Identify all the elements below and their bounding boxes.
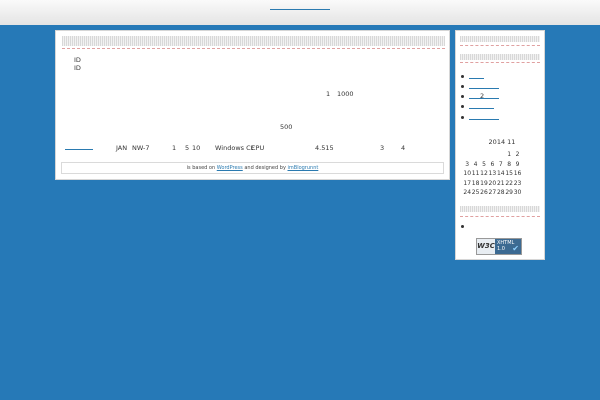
calendar-day: 6	[490, 160, 495, 168]
calendar-day: 3	[465, 160, 470, 168]
calendar-day: 21	[496, 179, 505, 187]
sidebar-widget-title-bar-2	[460, 54, 540, 60]
calendar-day: 1	[507, 151, 512, 159]
calendar-day: 25	[471, 189, 480, 197]
footer-text-mid: and designed by	[244, 165, 286, 171]
post-id-label-2: ID	[74, 64, 81, 72]
calendar-day: 30	[513, 189, 522, 197]
sidebar-divider-2	[460, 62, 540, 63]
info-nw7: NW-7	[132, 144, 150, 152]
calendar-day: 15	[505, 170, 513, 178]
calendar-week-row: 10 11 12 13 14 15 16	[463, 169, 522, 179]
calendar-day	[480, 150, 488, 160]
calendar-day: 29	[505, 189, 513, 197]
sidebar-link-2[interactable]	[469, 88, 499, 89]
list-bullet-2	[461, 85, 464, 88]
sidebar-link-5[interactable]	[469, 119, 499, 120]
calendar-week-row: 12	[463, 150, 522, 160]
sidebar-widget-title-bar-3	[460, 206, 540, 212]
calendar-day: 14	[496, 170, 505, 178]
footer-text-before: is based on	[186, 165, 216, 171]
calendar-day: 5	[482, 160, 486, 168]
info-cpu: CPU	[251, 144, 265, 152]
designer-link[interactable]: imBlogrunnt	[288, 165, 319, 171]
post-title-bar	[62, 36, 445, 46]
list-bullet-4	[461, 105, 464, 108]
info-num-1: 1	[172, 144, 177, 152]
blog-title-link[interactable]	[270, 9, 330, 10]
w3c-logo: W3C	[477, 239, 495, 254]
info-jan: JAN	[116, 144, 128, 152]
calendar-day: 26	[480, 189, 488, 197]
check-icon: ✔	[512, 244, 519, 253]
xhtml-label: XHTML 1.0 ✔	[495, 239, 521, 254]
calendar-day: 18	[471, 179, 480, 187]
calendar-day: 9	[515, 160, 520, 168]
site-footer: is based on WordPress and designed by im…	[61, 162, 444, 174]
calendar-day: 7	[498, 160, 503, 168]
calendar-day: 19	[480, 179, 488, 187]
list-bullet-3	[461, 95, 464, 98]
sidebar-divider-3	[460, 216, 540, 217]
calendar-day: 20	[488, 179, 497, 187]
w3c-xhtml-badge[interactable]: W3C XHTML 1.0 ✔	[476, 238, 522, 255]
list-bullet-1	[461, 75, 464, 78]
calendar-day: 23	[513, 179, 522, 187]
post-title-divider	[62, 48, 445, 49]
list-bullet-6	[461, 225, 464, 228]
calendar-day	[497, 150, 505, 160]
calendar-day	[488, 150, 496, 160]
sidebar-link-1[interactable]	[469, 78, 484, 79]
calendar-day: 8	[507, 160, 512, 168]
sidebar-widget-title-bar-1	[460, 36, 540, 42]
post-number-five-hundred: 500	[280, 123, 293, 131]
calendar-day: 4	[473, 160, 478, 168]
calendar-day: 24	[463, 189, 472, 197]
calendar-day: 27	[488, 189, 497, 197]
calendar-day: 28	[496, 189, 505, 197]
sidebar-link-3[interactable]	[469, 98, 499, 99]
calendar-day: 2	[515, 151, 520, 159]
calendar-day: 17	[463, 179, 472, 187]
sidebar: 2 2014 11 1 2 3 4 5 6 7 8 9 10 11 12 13 14 15 16 17 18 19 2…	[455, 30, 545, 260]
calendar-day	[463, 150, 471, 160]
calendar-day: 10	[463, 170, 472, 178]
info-num-10: 10	[192, 144, 201, 152]
info-num-3: 3	[380, 144, 385, 152]
calendar-week-row: 3456789	[463, 160, 522, 170]
calendar-week-row: 24 25 26 27 28 29 30	[463, 188, 522, 198]
calendar-day	[471, 150, 479, 160]
top-header-bar	[0, 0, 600, 25]
list-bullet-5	[461, 116, 464, 119]
calendar-widget: 2014 11 1 2 3 4 5 6 7 8 9 10 11 12 13 14 15 16 17 18 19 20 2…	[463, 138, 532, 198]
calendar-title: 2014 11	[488, 138, 516, 146]
main-content-panel: ID ID 1 1000 500 JAN NW-7 1 5 10 Windows…	[55, 30, 450, 180]
calendar-day: 11	[471, 170, 480, 178]
info-value-4515: 4.515	[315, 144, 334, 152]
sidebar-link-4[interactable]	[469, 108, 494, 109]
post-id-label-1: ID	[74, 56, 81, 64]
calendar-day: 22	[505, 179, 513, 187]
post-category-link[interactable]	[65, 149, 93, 150]
calendar-day: 16	[513, 170, 522, 178]
sidebar-divider-1	[460, 45, 540, 46]
post-number-thousand: 1000	[337, 90, 354, 98]
calendar-grid: 1 2 3 4 5 6 7 8 9 10 11 12 13 14 15 16 17 18 19 20 21 22 23 24 2…	[463, 150, 522, 198]
info-num-4: 4	[401, 144, 406, 152]
wordpress-link[interactable]: WordPress	[217, 165, 243, 171]
calendar-week-row: 17 18 19 20 21 22 23	[463, 179, 522, 189]
info-num-5: 5	[185, 144, 190, 152]
calendar-day: 12	[480, 170, 488, 178]
info-windows-ce: Windows CE	[215, 144, 255, 152]
post-number-one: 1	[326, 90, 331, 98]
calendar-day: 13	[488, 170, 497, 178]
